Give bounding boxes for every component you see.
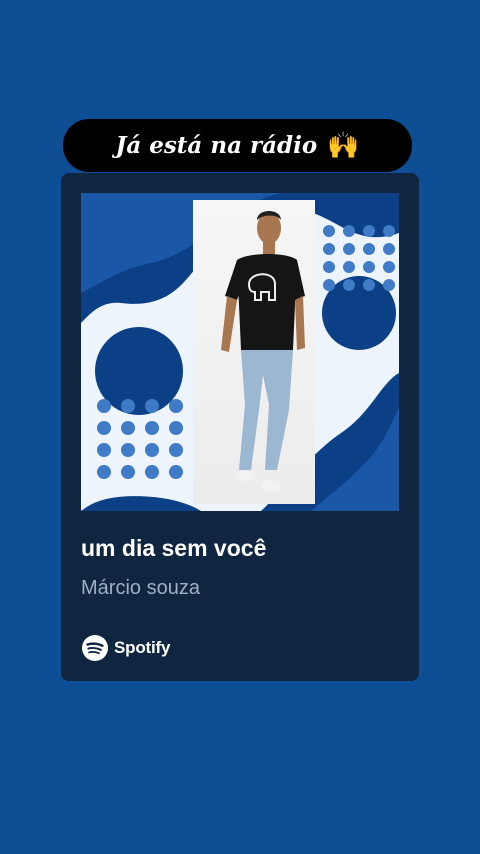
track-title: um dia sem você: [81, 535, 267, 561]
artist-photo: [193, 200, 315, 504]
raised-hands-icon: 🙌: [327, 130, 360, 161]
spotify-brand[interactable]: Spotify: [81, 633, 170, 663]
artist-name: Márcio souza: [81, 577, 200, 599]
sticker-text: Já está na rádio: [115, 132, 318, 159]
radio-sticker: Já está na rádio 🙌: [63, 119, 412, 172]
album-cover: [81, 193, 399, 511]
spotify-logo-icon: [82, 635, 108, 661]
track-card[interactable]: um dia sem você Márcio souza Spotify: [61, 173, 419, 681]
artist-figure: [221, 211, 305, 492]
spotify-wordmark: Spotify: [114, 638, 171, 657]
